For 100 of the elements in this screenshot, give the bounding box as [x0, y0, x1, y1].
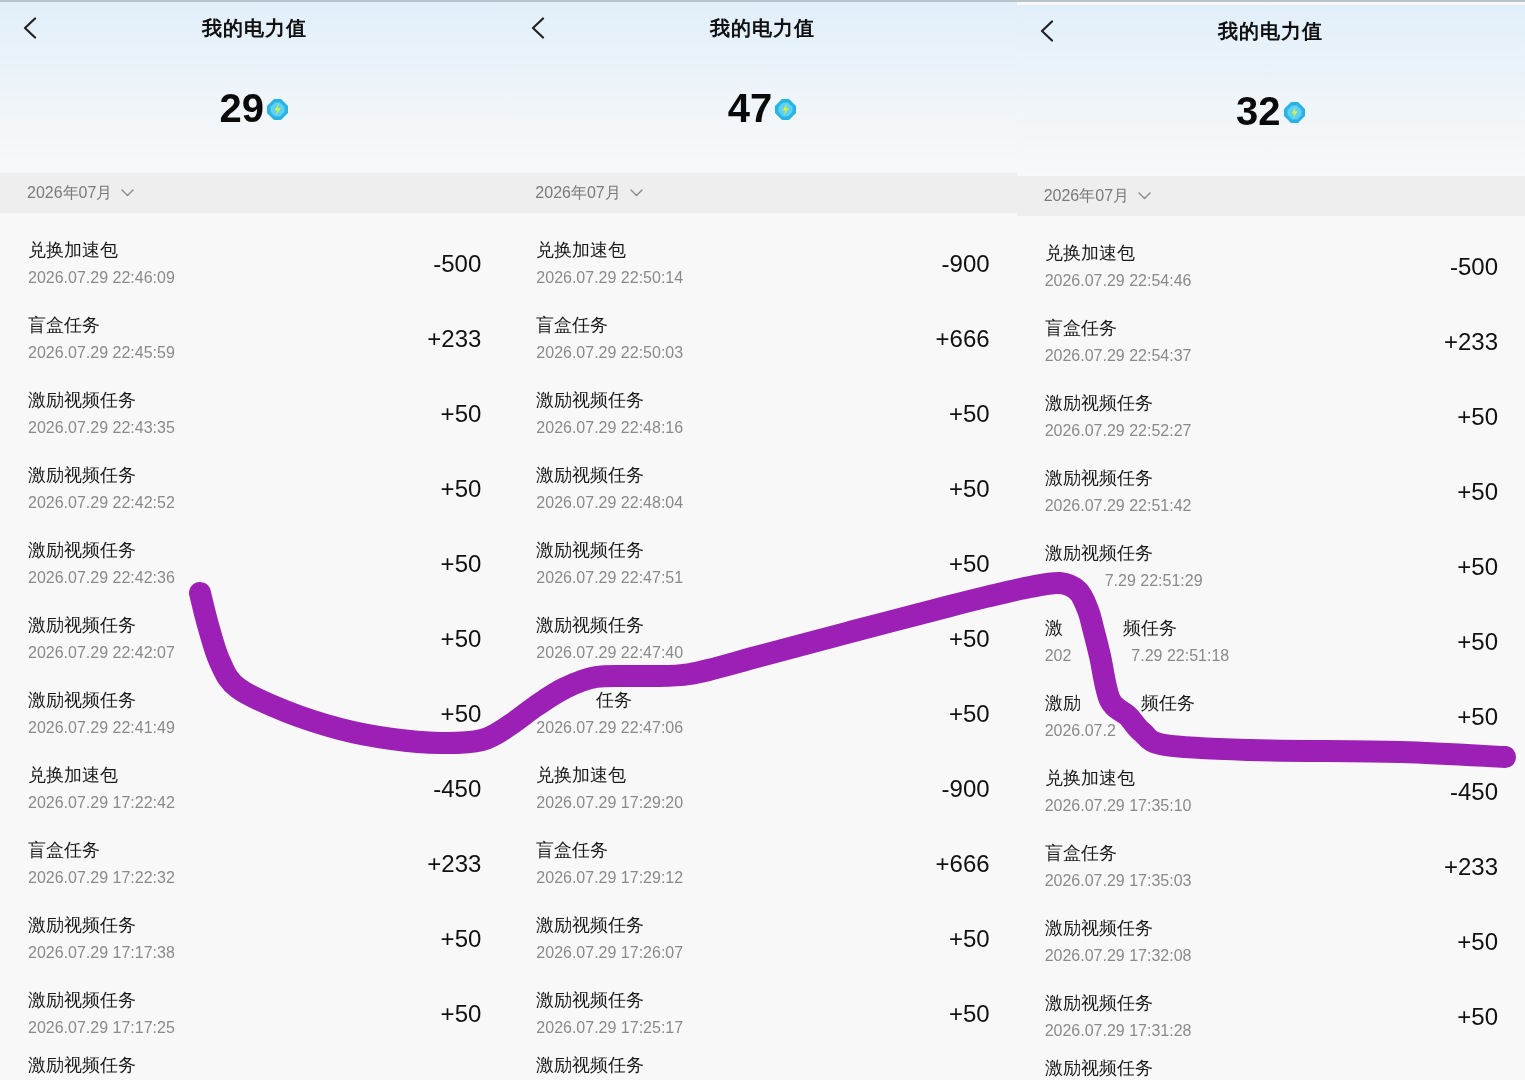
record-time: 2026.07.29 17:22:32 — [28, 869, 175, 887]
record-time: 202 — [1044, 647, 1072, 665]
record-title: 激励视频任务 — [28, 915, 136, 936]
record-time: 2026.07.29 22:47:40 — [536, 644, 684, 662]
record-amount: +50 — [948, 924, 990, 953]
balance-value: 32 — [1236, 88, 1281, 134]
record-amount: +50 — [440, 624, 482, 653]
record-title: 激 — [1044, 618, 1063, 639]
record-title: 激励 — [1044, 693, 1081, 714]
record-title: 激励视频任务 — [536, 990, 645, 1011]
record-title: 频任务 — [1139, 693, 1195, 714]
chevron-left-icon — [530, 17, 547, 39]
record-amount: -450 — [433, 774, 482, 803]
record-time: 2026.07.29 22:54:37 — [1044, 347, 1192, 365]
record-amount: +50 — [948, 624, 990, 653]
record-amount: +50 — [1457, 927, 1498, 956]
record-amount: +50 — [1457, 552, 1498, 581]
record-amount: +233 — [1443, 852, 1498, 881]
record-time: 2026.07.29 22:43:35 — [28, 419, 175, 437]
record-amount: +50 — [440, 474, 482, 503]
record-title: 激励视频任务 — [1044, 993, 1153, 1014]
record-time: 2026.07.29 22:42:36 — [28, 569, 175, 587]
record-time: 2026.07.29 17:17:25 — [28, 1019, 175, 1037]
record-time: 2026.07.29 17:29:20 — [536, 794, 684, 812]
record-time: 2026.07.29 22:46:09 — [28, 269, 175, 287]
record-amount: +233 — [1443, 327, 1498, 356]
record-amount: +50 — [948, 399, 990, 428]
record-time: 2026.07.29 22:51:42 — [1044, 497, 1192, 515]
record-title: 激励视频任务 — [536, 465, 645, 486]
record-time: 2026.07.29 17:35:10 — [1044, 797, 1192, 815]
record-amount: +50 — [1457, 702, 1498, 731]
chevron-left-icon — [1038, 20, 1055, 42]
record-time: 2026.07.2 — [1044, 722, 1116, 740]
record-time: 2026.07.29 22:48:16 — [536, 419, 684, 437]
record-title: 兑换加速包 — [536, 765, 627, 786]
record-amount: +233 — [427, 324, 482, 353]
record-amount: +666 — [935, 849, 990, 878]
record-time: 2026.07.29 22:52:27 — [1044, 422, 1192, 440]
record-title: 任务 — [595, 690, 633, 711]
record-time: 2026.07.29 22:42:07 — [28, 644, 175, 662]
record-time: 2026.07.29 17:32:08 — [1044, 947, 1192, 965]
month-selector[interactable]: 2026年07月 — [535, 182, 643, 204]
record-time: 2026.07.29 22:50:03 — [536, 344, 684, 362]
record-amount: +50 — [440, 999, 482, 1028]
record-time: 2026.07.29 17:17:38 — [28, 944, 175, 962]
record-title: 激励视频任务 — [28, 690, 136, 711]
record-title: 激励视频任务 — [1044, 468, 1153, 489]
record-amount: -900 — [941, 249, 990, 278]
record-amount: -900 — [941, 774, 990, 803]
record-amount: +50 — [1457, 402, 1498, 431]
record-title: 激励视频任务 — [1044, 918, 1153, 939]
chevron-down-icon — [121, 189, 135, 197]
balance-value: 47 — [727, 85, 773, 131]
record-title: 激励视频任务 — [536, 1055, 645, 1076]
record-time: 2026.07.29 22:47:51 — [536, 569, 684, 587]
record-amount: +50 — [440, 699, 482, 728]
record-title: 激励视频任务 — [1044, 1058, 1153, 1079]
record-amount: +666 — [935, 324, 990, 353]
record-title: 激励视频任务 — [28, 540, 136, 561]
record-amount: +50 — [948, 699, 990, 728]
month-selector[interactable]: 2026年07月 — [1043, 185, 1152, 207]
record-title: 激励视频任务 — [536, 390, 645, 411]
record-title: 激励视频任务 — [1044, 393, 1153, 414]
record-title: 兑换加速包 — [28, 240, 118, 261]
record-amount: +50 — [1457, 477, 1498, 506]
record-amount: +50 — [1457, 1002, 1498, 1031]
record-title: 兑换加速包 — [1044, 768, 1135, 789]
record-time: 2026.07.29 17:26:07 — [536, 944, 684, 962]
record-amount: -500 — [1449, 252, 1498, 281]
record-title: 激励视频任务 — [28, 1055, 136, 1076]
record-time: 2026.07.29 17:31:28 — [1044, 1022, 1192, 1040]
record-amount: -500 — [433, 249, 482, 278]
month-selector[interactable]: 2026年07月 — [27, 182, 135, 204]
record-time: 7.29 22:51:18 — [1130, 647, 1230, 665]
record-amount: +50 — [440, 549, 482, 578]
record-amount: +50 — [948, 549, 990, 578]
chevron-left-icon — [22, 17, 38, 39]
record-title: 盲盒任务 — [28, 840, 100, 861]
record-amount: -450 — [1449, 777, 1498, 806]
record-time: 2026.07.29 22:45:59 — [28, 344, 175, 362]
lightning-coin-icon — [1282, 101, 1306, 124]
record-title: 兑换加速包 — [536, 240, 627, 261]
record-title: 盲盒任务 — [28, 315, 100, 336]
record-amount: +50 — [948, 999, 990, 1028]
lightning-coin-icon — [265, 98, 289, 121]
record-title: 激励视频任务 — [28, 465, 136, 486]
record-title: 盲盒任务 — [536, 840, 609, 861]
record-time: 2026.07.29 22:48:04 — [536, 494, 684, 512]
record-title: 激励视频任务 — [28, 390, 136, 411]
record-title: 激励视频任务 — [536, 915, 645, 936]
record-title: 激励视频任务 — [536, 615, 645, 636]
record-time: 2026.07.29 22:41:49 — [28, 719, 175, 737]
record-amount: +50 — [440, 924, 482, 953]
record-title: 激励视频任务 — [28, 990, 136, 1011]
page-title: 我的电力值 — [710, 15, 815, 41]
record-time: 2026.07.29 22:47:06 — [536, 719, 684, 737]
record-amount: +233 — [427, 849, 482, 878]
balance-value: 29 — [219, 85, 264, 131]
record-title: 盲盒任务 — [1044, 843, 1117, 864]
record-title: 兑换加速包 — [28, 765, 118, 786]
